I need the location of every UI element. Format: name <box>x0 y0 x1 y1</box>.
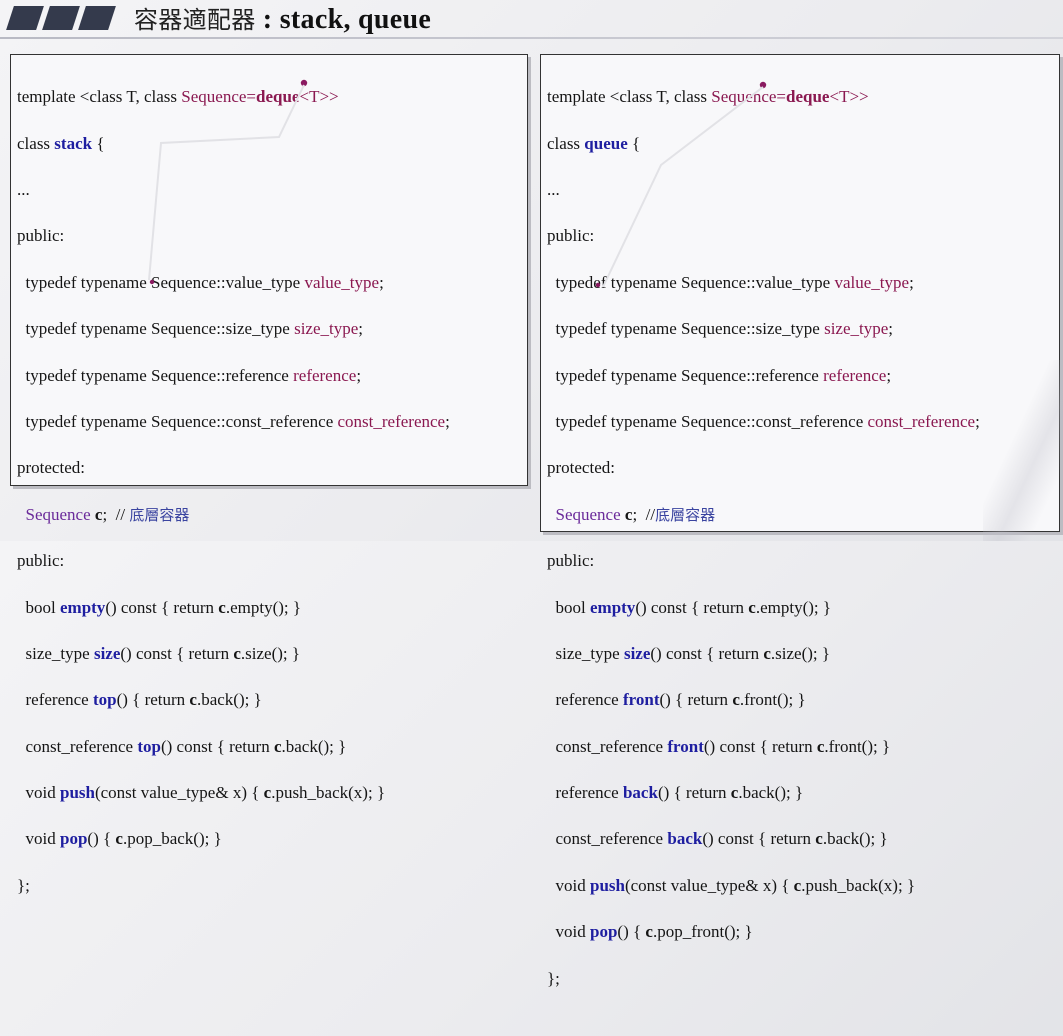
title-decoration-bars <box>4 6 116 30</box>
code-line: }; <box>17 875 30 895</box>
code-line: class stack { <box>17 133 105 153</box>
code-line: reference back() { return c.back(); } <box>547 783 804 803</box>
code-line: public: <box>17 551 65 571</box>
code-line: template <class T, class Sequence=deque<… <box>17 87 339 107</box>
code-line: typedef typename Sequence::value_type va… <box>17 272 384 292</box>
decoration-bar <box>6 6 44 30</box>
code-line: void push(const value_type& x) { c.push_… <box>17 783 386 803</box>
class-name: queue <box>584 133 628 153</box>
code-line: reference front() { return c.front(); } <box>547 690 806 710</box>
stack-code: template <class T, class Sequence=deque<… <box>17 62 450 943</box>
title-underline <box>0 37 1063 39</box>
background-glare <box>983 360 1063 541</box>
code-line: typedef typename Sequence::value_type va… <box>547 272 914 292</box>
code-line: Sequence c; //底層容器 <box>547 504 716 524</box>
code-line: ... <box>547 179 560 199</box>
queue-code-box: template <class T, class Sequence=deque<… <box>540 54 1060 988</box>
code-line: class queue { <box>547 133 641 153</box>
code-line: typedef typename Sequence::size_type siz… <box>547 319 894 339</box>
code-line: size_type size() const { return c.size()… <box>17 643 301 663</box>
code-line: const_reference front() const { return c… <box>547 736 891 756</box>
code-line: ... <box>17 179 30 199</box>
code-line: bool empty() const { return c.empty(); } <box>17 597 302 617</box>
code-line: template <class T, class Sequence=deque<… <box>547 87 869 107</box>
code-line: reference top() { return c.back(); } <box>17 690 262 710</box>
code-line: typedef typename Sequence::reference ref… <box>547 365 892 385</box>
code-line: typedef typename Sequence::size_type siz… <box>17 319 364 339</box>
code-line: size_type size() const { return c.size()… <box>547 643 831 663</box>
code-line: }; <box>547 968 560 988</box>
decoration-bar <box>78 6 116 30</box>
code-line: typedef typename Sequence::reference ref… <box>17 365 362 385</box>
code-line: void push(const value_type& x) { c.push_… <box>547 875 916 895</box>
code-line: public: <box>17 226 65 246</box>
code-line: protected: <box>17 458 85 478</box>
decoration-bar <box>42 6 80 30</box>
code-line: void pop() { c.pop_front(); } <box>547 922 753 942</box>
code-line: protected: <box>547 458 615 478</box>
code-line: public: <box>547 226 595 246</box>
code-line: typedef typename Sequence::const_referen… <box>547 411 980 431</box>
code-line: const_reference top() const { return c.b… <box>17 736 347 756</box>
code-line: typedef typename Sequence::const_referen… <box>17 411 450 431</box>
slide-title-cjk: 容器適配器 <box>134 6 256 34</box>
stack-code-box: template <class T, class Sequence=deque<… <box>10 54 528 895</box>
code-line: const_reference back() const { return c.… <box>547 829 888 849</box>
code-line: public: <box>547 551 595 571</box>
code-line: void pop() { c.pop_back(); } <box>17 829 222 849</box>
slide-title-latin: : stack, queue <box>255 4 432 35</box>
code-line: Sequence c; // 底層容器 <box>17 504 190 524</box>
queue-code: template <class T, class Sequence=deque<… <box>547 62 980 1036</box>
slide-title: 容器適配器 : stack, queue <box>134 3 431 37</box>
code-line: bool empty() const { return c.empty(); } <box>547 597 832 617</box>
class-name: stack <box>54 133 93 153</box>
